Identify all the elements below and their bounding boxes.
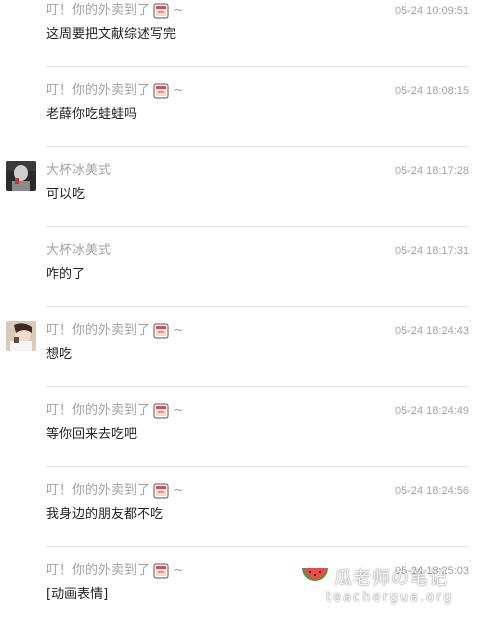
message-time: 05-24 18:17:28	[394, 165, 469, 177]
cup-icon	[153, 403, 169, 419]
divider	[46, 466, 469, 467]
dark-portrait-avatar[interactable]	[6, 161, 36, 191]
message-content[interactable]: 咋的了	[46, 266, 85, 283]
message-content[interactable]: 等你回来去吃吧	[46, 426, 137, 443]
chat-message: 叮！你的外卖到了 ~ 05-24 10:09:51 这周要把文献综述写完	[0, 0, 487, 74]
sender: 大杯冰美式	[46, 162, 111, 179]
divider	[46, 306, 469, 307]
message-content[interactable]: 这周要把文献综述写完	[46, 26, 176, 43]
divider	[46, 226, 469, 227]
sender: 大杯冰美式	[46, 242, 111, 259]
watermark-title: 瓜老师の笔记	[334, 568, 448, 589]
sender: 叮！你的外卖到了 ~	[46, 482, 184, 499]
chat-message: 大杯冰美式 05-24 18:17:28 可以吃	[0, 154, 487, 234]
message-content[interactable]: 想吃	[46, 346, 72, 363]
sender-name: 叮！你的外卖到了	[46, 563, 151, 578]
sender-suffix: ~	[173, 83, 184, 98]
sender: 叮！你的外卖到了 ~	[46, 402, 184, 419]
watermark: 瓜老师の笔记 teachergua.org	[296, 562, 476, 608]
watermelon-icon	[300, 564, 330, 588]
message-content[interactable]: 老薛你吃蛙蛙吗	[46, 106, 137, 123]
message-time: 05-24 18:24:56	[394, 485, 469, 497]
sender: 叮！你的外卖到了 ~	[46, 82, 184, 99]
cup-icon	[153, 83, 169, 99]
watermark-url: teachergua.org	[326, 590, 454, 605]
sender-name: 大杯冰美式	[46, 243, 112, 258]
sender-name: 叮！你的外卖到了	[46, 3, 151, 18]
message-content[interactable]: [动画表情]	[46, 586, 108, 603]
chat-message: 叮！你的外卖到了 ~ 05-24 18:24:56 我身边的朋友都不吃	[0, 474, 487, 554]
chat-message-list: 叮！你的外卖到了 ~ 05-24 10:09:51 这周要把文献综述写完 叮！你…	[0, 0, 487, 634]
message-time: 05-24 18:24:49	[394, 405, 469, 417]
light-portrait-avatar[interactable]	[6, 321, 36, 351]
divider	[46, 66, 469, 67]
message-time: 05-24 10:09:51	[394, 5, 469, 17]
cup-icon	[153, 3, 169, 19]
divider	[46, 386, 469, 387]
sender-name: 叮！你的外卖到了	[46, 323, 151, 338]
sender-suffix: ~	[173, 563, 184, 578]
message-content[interactable]: 我身边的朋友都不吃	[46, 506, 163, 523]
sender: 叮！你的外卖到了 ~	[46, 322, 184, 339]
sender-name: 叮！你的外卖到了	[46, 483, 151, 498]
chat-message: 叮！你的外卖到了 ~ 05-24 18:24:49 等你回来去吃吧	[0, 394, 487, 474]
message-content[interactable]: 可以吃	[46, 186, 85, 203]
cup-icon	[153, 483, 169, 499]
chat-message: 叮！你的外卖到了 ~ 05-24 18:08:15 老薛你吃蛙蛙吗	[0, 74, 487, 154]
sender-name: 叮！你的外卖到了	[46, 83, 151, 98]
sender-suffix: ~	[173, 3, 184, 18]
cup-icon	[153, 563, 169, 579]
sender-suffix: ~	[173, 403, 184, 418]
message-time: 05-24 18:24:43	[394, 325, 469, 337]
sender-name: 大杯冰美式	[46, 163, 112, 178]
divider	[46, 546, 469, 547]
sender-suffix: ~	[173, 483, 184, 498]
sender-name: 叮！你的外卖到了	[46, 403, 151, 418]
sender: 叮！你的外卖到了 ~	[46, 2, 184, 19]
cup-icon	[153, 323, 169, 339]
message-time: 05-24 18:17:31	[394, 245, 469, 257]
divider	[46, 146, 469, 147]
sender: 叮！你的外卖到了 ~	[46, 562, 184, 579]
chat-message: 大杯冰美式 05-24 18:17:31 咋的了	[0, 234, 487, 314]
message-time: 05-24 18:08:15	[394, 85, 469, 97]
sender-suffix: ~	[173, 323, 184, 338]
chat-message: 叮！你的外卖到了 ~ 05-24 18:24:43 想吃	[0, 314, 487, 394]
